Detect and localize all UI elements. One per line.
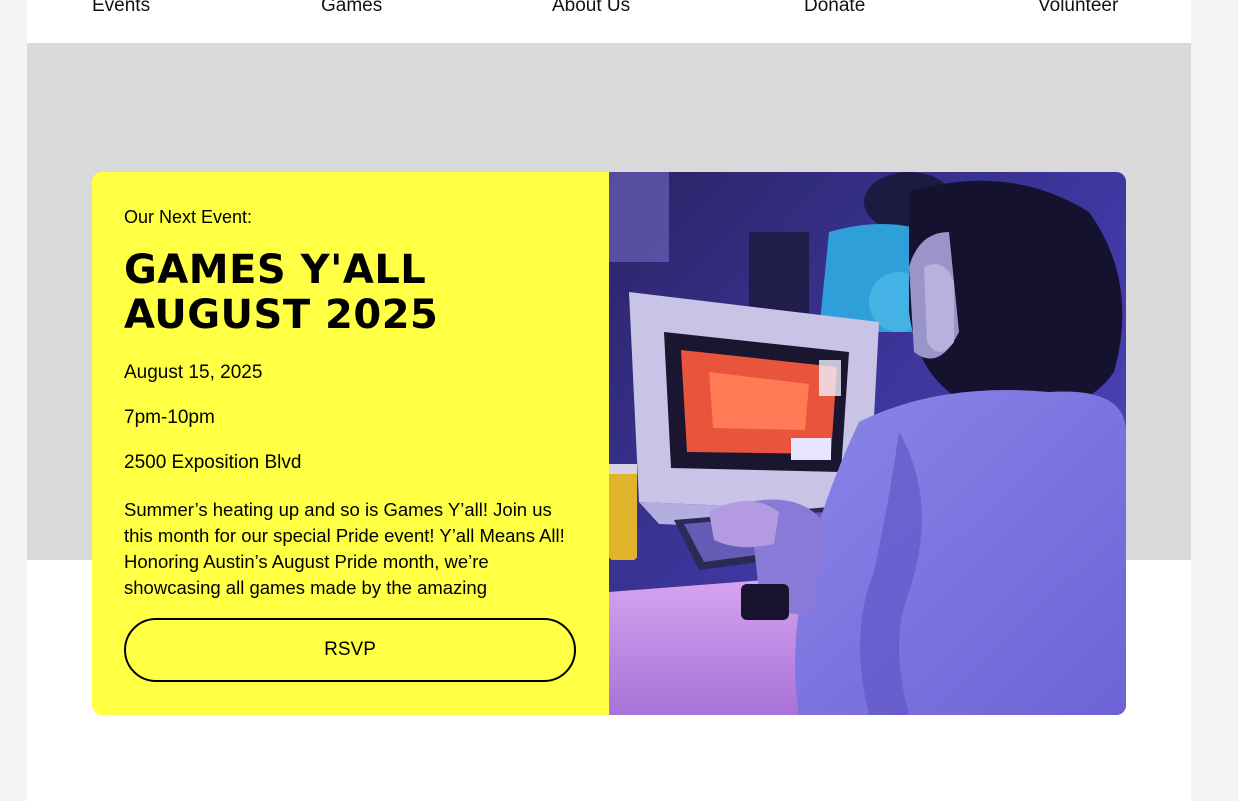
next-event-card: Our Next Event: GAMES Y'ALL AUGUST 2025 …	[92, 172, 1126, 715]
event-photo	[609, 172, 1126, 715]
event-time: 7pm-10pm	[124, 407, 215, 428]
event-title-line-2: AUGUST 2025	[124, 292, 439, 338]
event-title: GAMES Y'ALL AUGUST 2025	[124, 248, 577, 338]
event-description: Summer’s heating up and so is Games Y’al…	[124, 499, 565, 598]
rsvp-button[interactable]: RSVP	[124, 618, 576, 682]
event-info-panel: Our Next Event: GAMES Y'ALL AUGUST 2025 …	[92, 172, 609, 715]
nav-link-about-us[interactable]: About Us	[552, 0, 630, 17]
event-eyebrow: Our Next Event:	[124, 207, 253, 227]
nav-link-volunteer[interactable]: Volunteer	[1038, 0, 1118, 17]
top-nav: Events Games About Us Donate Volunteer	[27, 0, 1191, 43]
event-photo-illustration	[609, 172, 1126, 715]
event-address: 2500 Exposition Blvd	[124, 452, 302, 473]
event-title-line-1: GAMES Y'ALL	[124, 247, 427, 293]
nav-link-games[interactable]: Games	[321, 0, 382, 17]
nav-link-donate[interactable]: Donate	[804, 0, 865, 17]
nav-link-events[interactable]: Events	[92, 0, 150, 17]
event-date: August 15, 2025	[124, 362, 263, 383]
